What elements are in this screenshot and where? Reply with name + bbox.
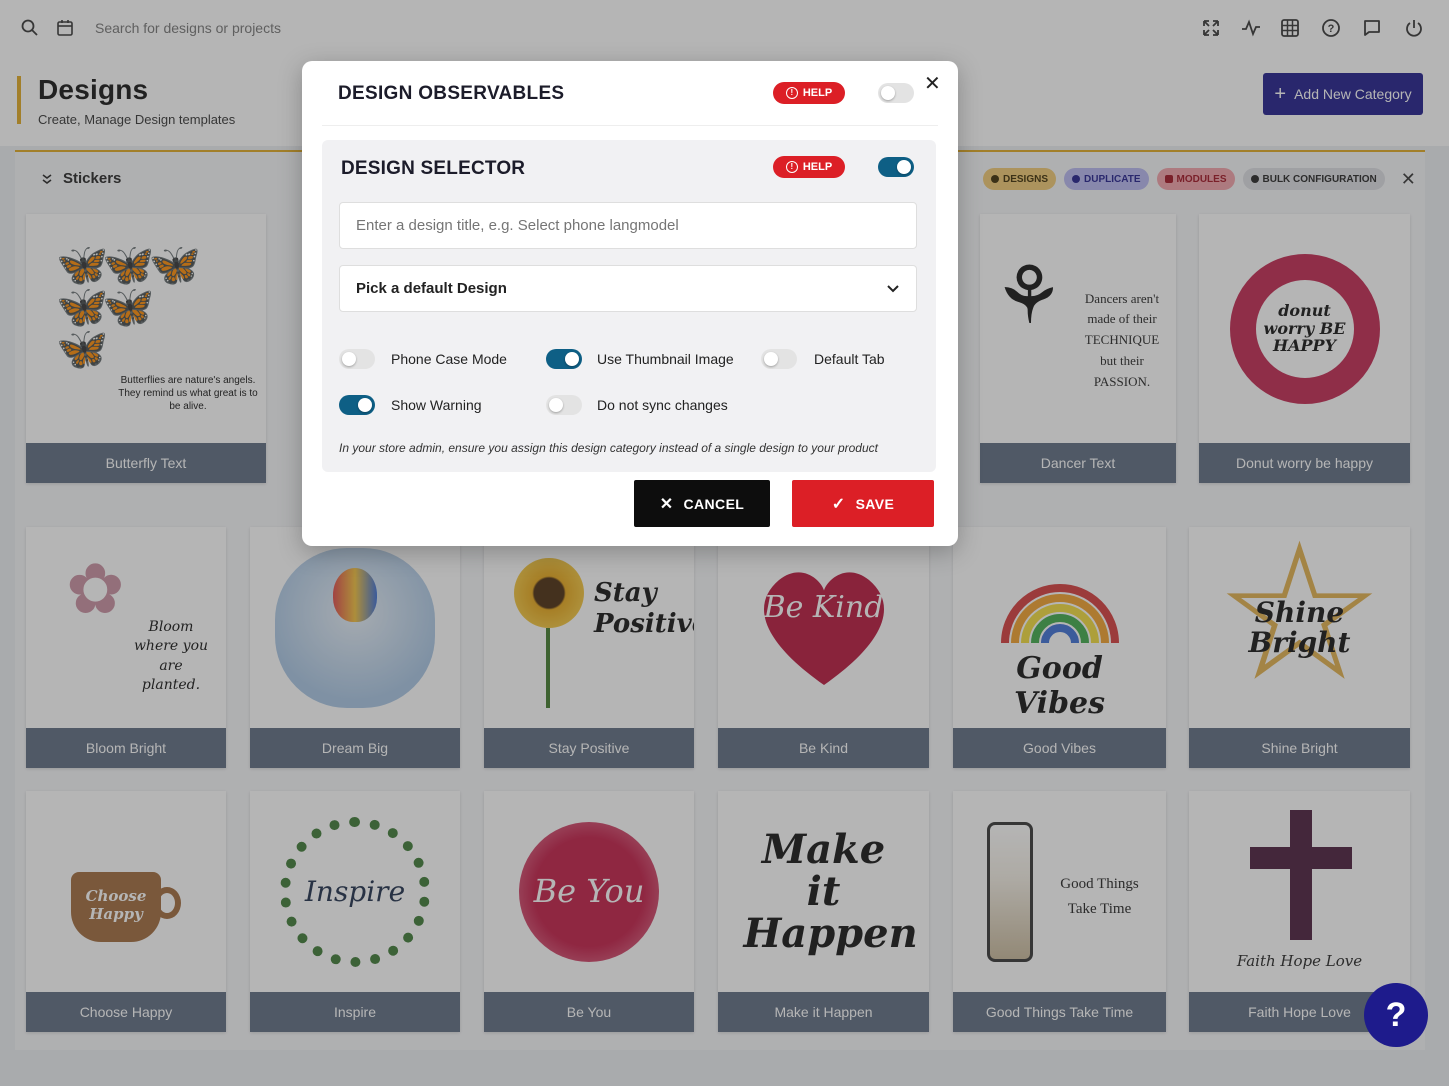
selector-help-button[interactable]: ! HELP [773, 156, 845, 178]
help-label: HELP [802, 161, 833, 173]
cancel-button[interactable]: ✕ CANCEL [634, 480, 770, 527]
selector-toggle[interactable] [878, 157, 914, 177]
phone-case-mode-toggle[interactable] [339, 349, 375, 369]
observables-toggle[interactable] [878, 83, 914, 103]
save-label: SAVE [855, 495, 895, 512]
design-observables-modal: DESIGN OBSERVABLES ! HELP ✕ DESIGN SELECT… [302, 61, 958, 546]
show-warning-label: Show Warning [391, 397, 482, 413]
save-button[interactable]: ✓ SAVE [792, 480, 934, 527]
close-icon[interactable]: ✕ [924, 71, 941, 96]
help-note: In your store admin, ensure you assign t… [339, 441, 878, 455]
help-label: HELP [802, 87, 833, 99]
no-sync-toggle[interactable] [546, 395, 582, 415]
help-fab-label: ? [1385, 995, 1407, 1034]
check-icon: ✓ [831, 495, 846, 513]
modal-title: DESIGN OBSERVABLES [338, 83, 565, 104]
use-thumbnail-label: Use Thumbnail Image [597, 351, 734, 367]
default-tab-label: Default Tab [814, 351, 885, 367]
design-title-input[interactable] [339, 202, 917, 249]
info-icon: ! [785, 87, 798, 99]
default-tab-toggle[interactable] [761, 349, 797, 369]
chevron-down-icon [887, 284, 899, 292]
no-sync-label: Do not sync changes [597, 397, 728, 413]
cancel-label: CANCEL [683, 495, 745, 512]
info-icon: ! [785, 161, 798, 173]
default-design-value: Pick a default Design [356, 280, 507, 297]
help-button[interactable]: ! HELP [773, 82, 845, 104]
use-thumbnail-toggle[interactable] [546, 349, 582, 369]
divider [322, 125, 938, 126]
show-warning-toggle[interactable] [339, 395, 375, 415]
help-fab[interactable]: ? [1364, 983, 1428, 1047]
design-selector-panel: DESIGN SELECTOR ! HELP Pick a default Des… [322, 140, 936, 472]
default-design-select[interactable]: Pick a default Design [339, 265, 917, 312]
close-icon: ✕ [659, 495, 674, 513]
selector-title: DESIGN SELECTOR [341, 158, 526, 179]
phone-case-mode-label: Phone Case Mode [391, 351, 507, 367]
